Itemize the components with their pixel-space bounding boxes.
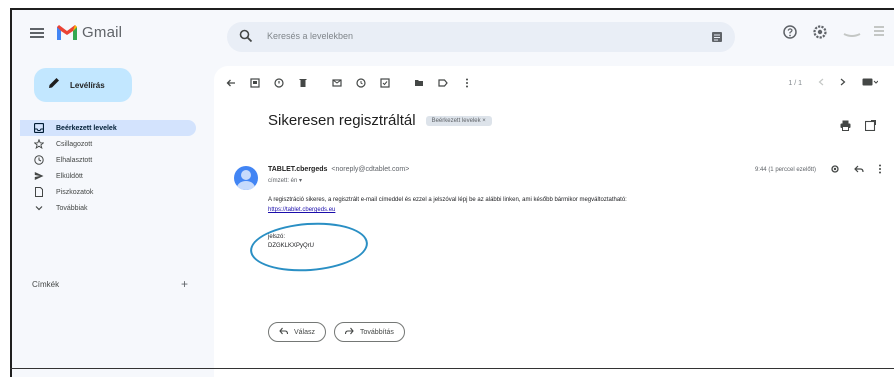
reply-icon[interactable]	[854, 164, 864, 176]
pager-controls: 1 / 1	[788, 78, 879, 88]
recipient-details[interactable]: címzett: én ▾	[268, 177, 302, 184]
more-vert-icon[interactable]	[462, 78, 472, 88]
settings-gear-icon[interactable]	[812, 24, 828, 40]
archive-icon[interactable]	[250, 78, 260, 88]
add-to-tasks-icon[interactable]	[380, 78, 390, 88]
gmail-m-icon	[56, 24, 78, 41]
subject-actions	[840, 118, 877, 136]
sender-email: <noreply@cdtablet.com>	[331, 166, 410, 173]
print-icon[interactable]	[840, 118, 851, 136]
message-body: A regisztráció sikeres, a regisztrált e-…	[268, 197, 627, 203]
delete-icon[interactable]	[298, 78, 308, 88]
add-label-icon[interactable]: +	[181, 278, 188, 290]
gmail-window: Gmail Keresés a levelekben Levélírás Beé…	[10, 8, 894, 377]
pencil-icon	[48, 76, 60, 94]
draft-icon	[34, 187, 44, 197]
frame-bottom-edge	[10, 368, 894, 369]
reply-arrow-icon	[279, 327, 289, 337]
reply-label: Válasz	[294, 328, 316, 336]
message-meta: 9:44 (1 perccel ezelőtt)	[755, 164, 882, 176]
sidebar-item-more[interactable]: Továbbiak	[20, 200, 196, 216]
sidebar-item-snoozed[interactable]: Elhalasztott	[20, 152, 196, 168]
prev-chevron-icon[interactable]	[818, 78, 824, 88]
apps-grid-icon[interactable]	[842, 24, 861, 40]
back-arrow-icon[interactable]	[226, 78, 236, 88]
sender-line: TABLET.cbergeds <noreply@cdtablet.com>	[268, 166, 409, 173]
help-icon[interactable]	[782, 24, 798, 40]
sidebar-item-inbox[interactable]: Beérkezett levelek	[20, 120, 196, 136]
pager-count: 1 / 1	[788, 79, 802, 87]
move-to-icon[interactable]	[414, 78, 424, 88]
open-new-window-icon[interactable]	[864, 118, 877, 136]
search-icon[interactable]	[239, 29, 253, 48]
reply-button[interactable]: Válasz	[268, 322, 327, 342]
send-icon	[34, 171, 44, 181]
reply-actions: Válasz Továbbítás	[268, 322, 405, 342]
gmail-logo[interactable]: Gmail	[56, 24, 122, 41]
star-icon	[34, 139, 44, 149]
sidebar-item-sent[interactable]: Elküldött	[20, 168, 196, 184]
compose-label: Levélírás	[70, 80, 105, 90]
message-link[interactable]: https://tablet.cbergeds.eu	[268, 207, 335, 213]
search-input[interactable]: Keresés a levelekben	[267, 31, 353, 41]
forward-label: Továbbítás	[360, 328, 394, 336]
message-toolbar	[226, 78, 472, 88]
labels-section: Címkék +	[32, 278, 192, 290]
forward-arrow-icon	[344, 327, 354, 337]
star-toggle-icon[interactable]	[830, 164, 840, 176]
mark-unread-icon[interactable]	[332, 78, 342, 88]
message-more-vert-icon[interactable]	[878, 164, 882, 176]
chevron-down-icon	[34, 203, 44, 213]
next-chevron-icon[interactable]	[840, 78, 846, 88]
message-pane: 1 / 1 Sikeresen regisztráltál Beérkezett…	[214, 66, 894, 377]
search-bar[interactable]: Keresés a levelekben	[227, 22, 735, 52]
app-name: Gmail	[82, 24, 123, 41]
sender-name[interactable]: TABLET.cbergeds	[268, 166, 327, 173]
forward-button[interactable]: Továbbítás	[334, 322, 405, 342]
sidebar-nav: Beérkezett levelek Csillagozott Elhalasz…	[20, 120, 196, 216]
search-options-icon[interactable]	[711, 30, 723, 48]
password-highlight-circle	[248, 218, 370, 276]
report-spam-icon[interactable]	[274, 78, 284, 88]
compose-button[interactable]: Levélírás	[34, 68, 132, 102]
label-icon[interactable]	[438, 78, 448, 88]
inbox-icon	[34, 123, 44, 133]
sender-avatar[interactable]	[234, 166, 258, 190]
top-right-icons	[782, 24, 888, 40]
inbox-label-chip[interactable]: Beérkezett levelek ×	[425, 115, 492, 126]
account-menu-icon[interactable]	[872, 24, 888, 40]
labels-heading: Címkék	[32, 280, 60, 289]
message-subject: Sikeresen regisztráltál Beérkezett level…	[268, 112, 492, 129]
main-menu-icon[interactable]	[30, 28, 44, 38]
sidebar-item-starred[interactable]: Csillagozott	[20, 136, 196, 152]
sidebar-item-drafts[interactable]: Piszkozatok	[20, 184, 196, 200]
keyboard-input-icon[interactable]	[862, 78, 879, 88]
subject-text: Sikeresen regisztráltál	[268, 112, 416, 129]
message-time: 9:44 (1 perccel ezelőtt)	[754, 167, 816, 173]
top-bar: Gmail Keresés a levelekben	[12, 10, 894, 58]
snooze-icon[interactable]	[356, 78, 366, 88]
clock-icon	[34, 155, 44, 165]
